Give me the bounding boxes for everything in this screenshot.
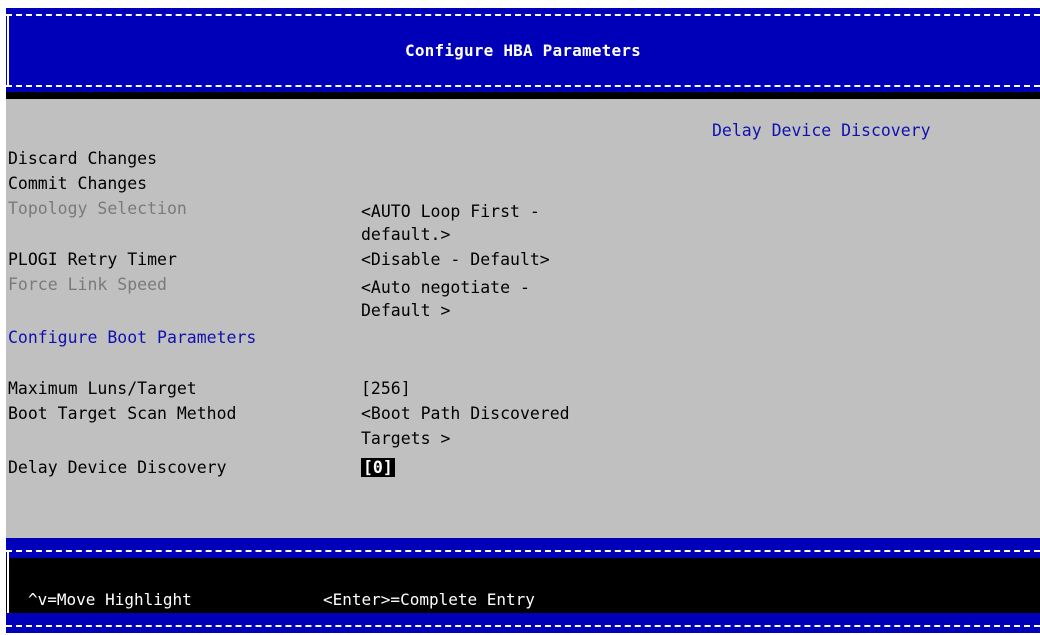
hint-complete-entry: <Enter>=Complete Entry <box>323 590 535 609</box>
boot-target-scan-method-value[interactable]: <Boot Path Discovered <box>361 404 570 424</box>
header-bottom-rule <box>6 85 1040 87</box>
plogi-retry-timer-value[interactable]: <Disable - Default> <box>361 250 550 270</box>
topology-selection-value[interactable]: <AUTO Loop First - <box>361 202 540 222</box>
hint-move-highlight: ^v=Move Highlight <box>28 590 192 609</box>
maximum-luns-target-label: Maximum Luns/Target <box>8 379 197 398</box>
delay-device-discovery-field[interactable]: [0] <box>361 458 395 478</box>
plogi-retry-timer-label: PLOGI Retry Timer <box>8 250 177 269</box>
boot-target-scan-method-value-cont[interactable]: Targets > <box>361 429 450 449</box>
boot-target-scan-method-label: Boot Target Scan Method <box>8 404 237 423</box>
page-title: Configure HBA Parameters <box>405 41 641 60</box>
discard-changes-item[interactable]: Discard Changes <box>8 149 157 169</box>
delay-device-discovery-label: Delay Device Discovery <box>8 458 227 477</box>
force-link-speed-value[interactable]: <Auto negotiate - <box>361 278 530 298</box>
footer-bottom-rule <box>6 625 1040 627</box>
footer-bottom-bar <box>6 613 1040 633</box>
topology-selection-value-cont[interactable]: default.> <box>361 225 450 245</box>
delay-device-discovery-value[interactable]: [0] <box>361 458 395 477</box>
force-link-speed-value-cont[interactable]: Default > <box>361 301 450 321</box>
footer-top-rule <box>6 550 1040 552</box>
maximum-luns-target-value[interactable]: [256] <box>361 379 411 399</box>
header-top-rule <box>6 14 1040 16</box>
help-text: Delay Device Discovery <box>712 121 931 140</box>
settings-panel: Delay Device Discovery Discard Changes C… <box>6 99 1040 538</box>
configure-boot-parameters-item[interactable]: Configure Boot Parameters <box>8 328 256 348</box>
force-link-speed-label: Force Link Speed <box>8 275 167 294</box>
commit-changes-item[interactable]: Commit Changes <box>8 174 147 194</box>
bios-window: Configure HBA Parameters Delay Device Di… <box>6 8 1040 633</box>
footer-top-bar <box>6 538 1040 558</box>
topology-selection-label: Topology Selection <box>8 199 187 218</box>
